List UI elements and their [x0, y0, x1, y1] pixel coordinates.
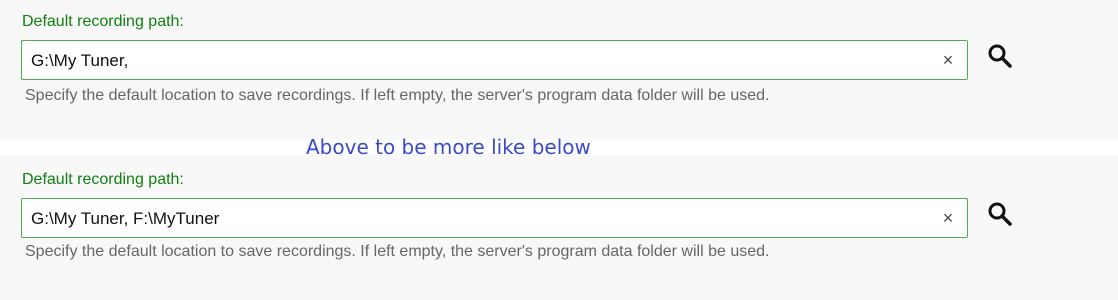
recording-path-input[interactable]: G:\My Tuner, F:\MyTuner ×: [21, 198, 968, 238]
close-icon[interactable]: ×: [939, 51, 957, 69]
recording-path-input-value[interactable]: G:\My Tuner,: [31, 50, 128, 72]
search-icon[interactable]: [986, 42, 1014, 70]
search-icon[interactable]: [986, 200, 1014, 228]
field-label: Default recording path:: [22, 13, 184, 30]
help-text: Specify the default location to save rec…: [25, 243, 770, 260]
close-icon[interactable]: ×: [939, 209, 957, 227]
recording-path-section-bottom: Default recording path: G:\My Tuner, F:\…: [0, 155, 1118, 300]
help-text: Specify the default location to save rec…: [25, 87, 770, 104]
recording-path-input[interactable]: G:\My Tuner, ×: [21, 40, 968, 80]
recording-path-input-value[interactable]: G:\My Tuner, F:\MyTuner: [31, 208, 219, 230]
recording-path-section-top: Default recording path: G:\My Tuner, × S…: [0, 0, 1118, 140]
field-label: Default recording path:: [22, 171, 184, 188]
